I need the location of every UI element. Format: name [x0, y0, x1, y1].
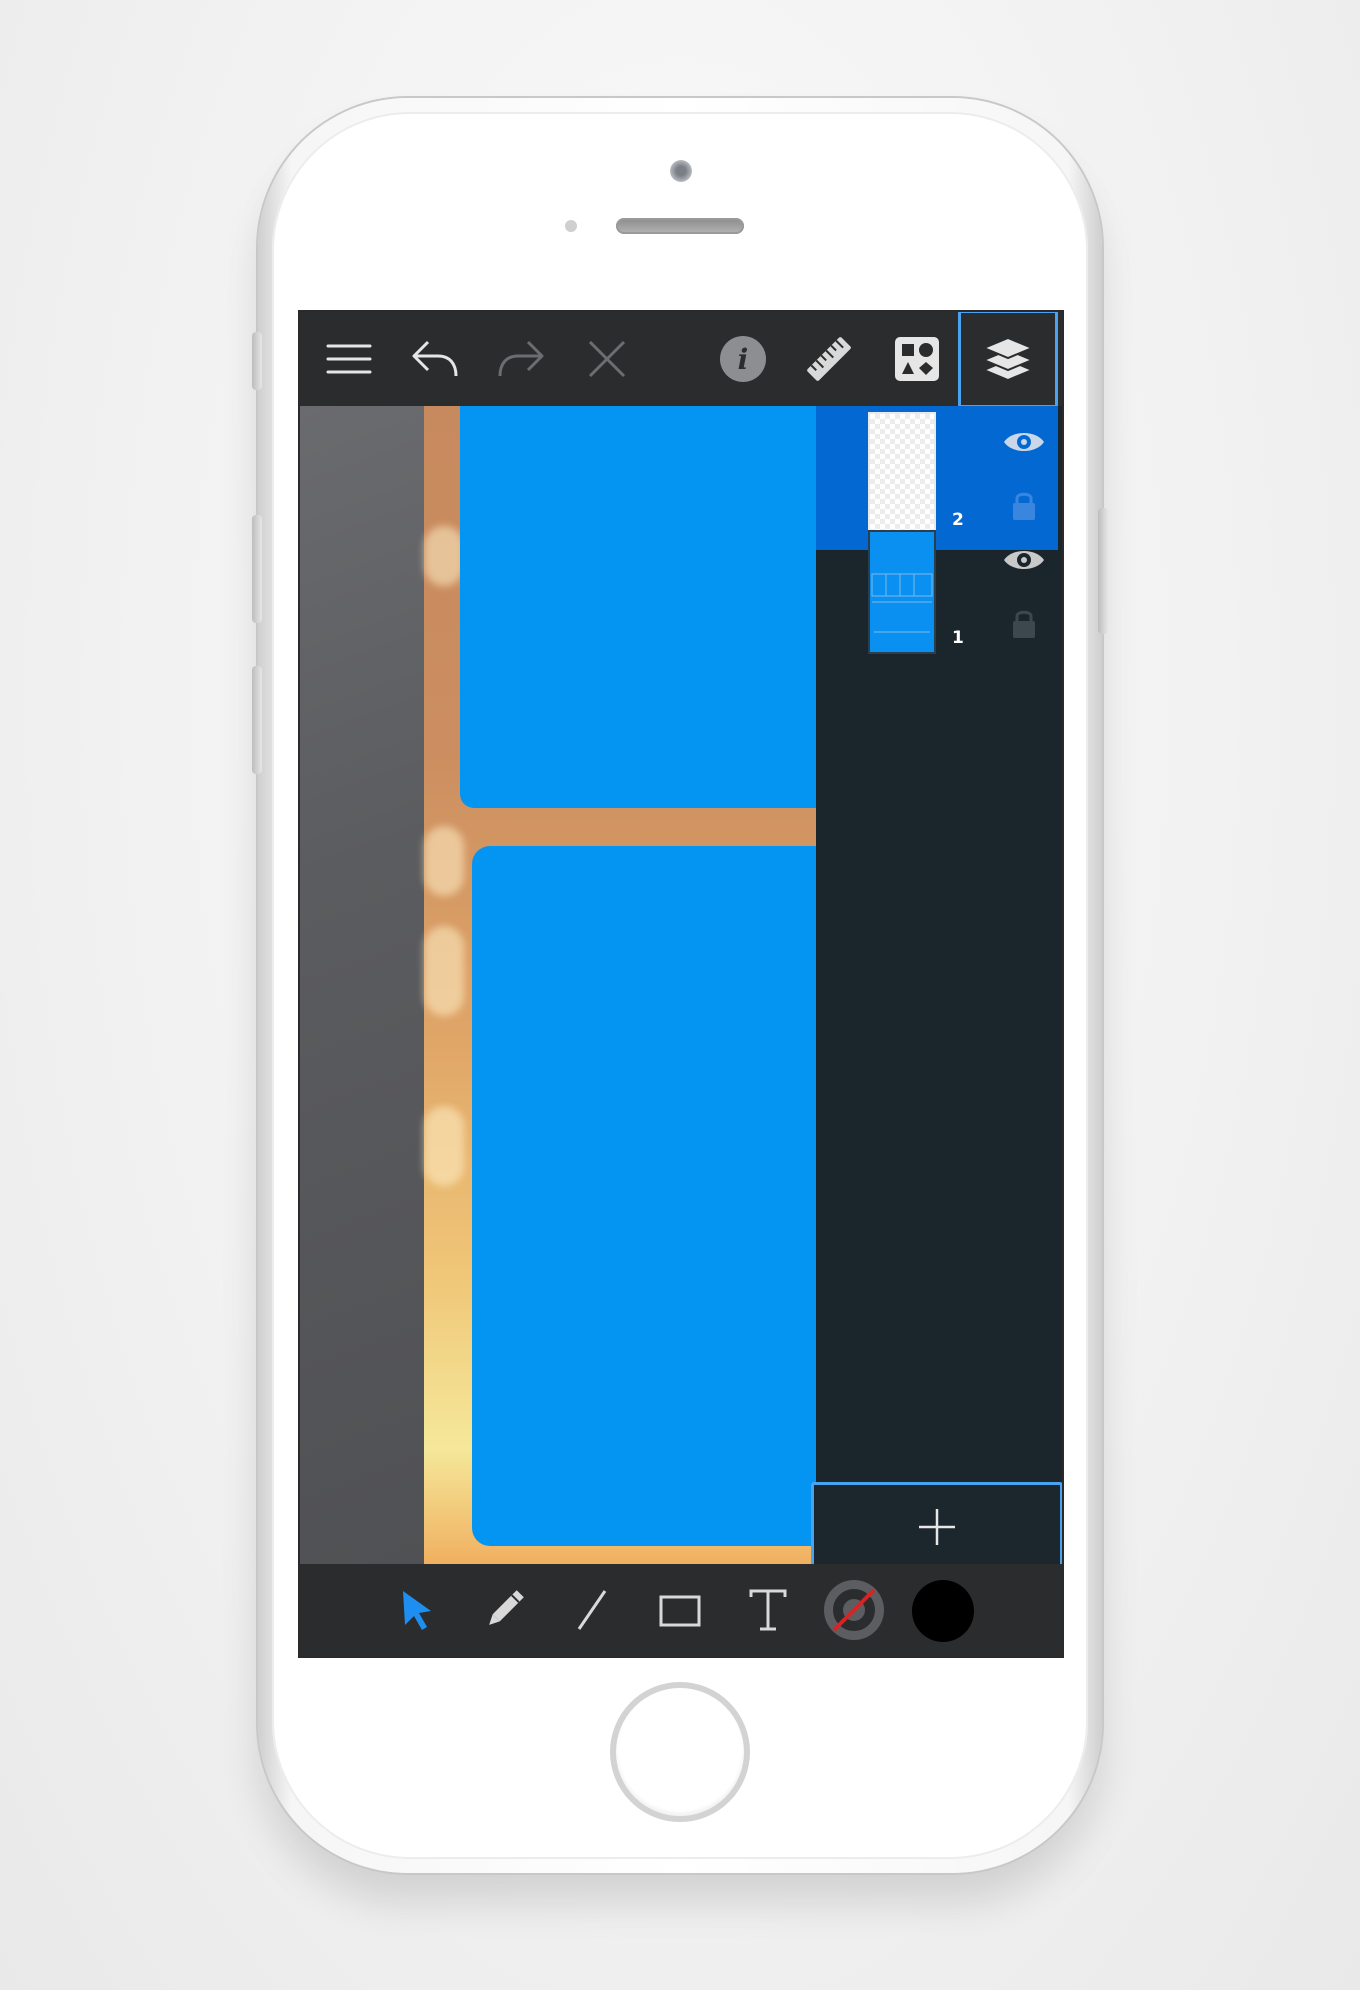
power-button	[1098, 508, 1108, 634]
redo-button[interactable]	[478, 312, 564, 406]
redo-icon	[498, 340, 544, 377]
layers-icon	[981, 336, 1035, 382]
app-screen: i 2 1	[300, 312, 1062, 1656]
pencil-icon	[489, 1590, 524, 1625]
home-button[interactable]	[610, 1682, 750, 1822]
close-icon	[588, 340, 626, 378]
layers-button[interactable]	[958, 312, 1058, 408]
pencil-tool[interactable]	[476, 1582, 532, 1638]
info-button[interactable]: i	[700, 312, 786, 406]
plus-icon	[919, 1509, 955, 1545]
select-arrow-icon	[403, 1591, 431, 1630]
layer-number: 1	[952, 628, 964, 648]
background-image	[424, 406, 816, 1564]
select-tool[interactable]	[388, 1582, 444, 1638]
add-layer-button[interactable]	[811, 1482, 1062, 1572]
info-icon: i	[720, 336, 766, 382]
eye-icon[interactable]	[1002, 426, 1046, 458]
no-color-icon	[832, 1588, 876, 1632]
stroke-color-swatch[interactable]	[824, 1580, 884, 1640]
menu-icon	[326, 344, 372, 374]
svg-text:i: i	[738, 343, 749, 376]
canvas-margin	[300, 406, 424, 1564]
ruler-button[interactable]	[786, 312, 872, 406]
mute-switch	[252, 332, 262, 390]
shapes-library-button[interactable]	[874, 312, 960, 406]
menu-button[interactable]	[306, 312, 392, 406]
volume-up-button	[252, 515, 262, 623]
cancel-button[interactable]	[564, 312, 650, 406]
drawing-canvas[interactable]	[300, 406, 816, 1564]
layer-row-1[interactable]: 1	[816, 524, 1058, 668]
text-tool[interactable]	[740, 1582, 796, 1638]
line-tool[interactable]	[564, 1582, 620, 1638]
fill-color-swatch[interactable]	[912, 1580, 974, 1642]
text-icon	[749, 1589, 787, 1631]
bottom-toolbar	[300, 1564, 1062, 1656]
eye-icon[interactable]	[1002, 544, 1046, 576]
top-toolbar: i	[300, 312, 1062, 408]
blue-panel-top[interactable]	[460, 406, 816, 808]
earpiece-speaker	[616, 218, 744, 234]
undo-icon	[412, 340, 458, 377]
lock-icon[interactable]	[1009, 488, 1039, 522]
volume-down-button	[252, 666, 262, 774]
layer-thumbnail	[868, 412, 936, 536]
rectangle-tool[interactable]	[652, 1582, 708, 1638]
blue-panel-bottom[interactable]	[472, 846, 816, 1546]
undo-button[interactable]	[392, 312, 478, 406]
lock-icon[interactable]	[1009, 606, 1039, 640]
rectangle-icon	[659, 1595, 701, 1627]
layers-panel: 2 1	[816, 406, 1062, 1564]
shapes-library-icon	[895, 337, 939, 381]
proximity-sensor	[565, 220, 577, 232]
layer-thumbnail	[868, 530, 936, 654]
ruler-icon	[807, 337, 851, 381]
line-icon	[577, 1590, 607, 1630]
front-camera	[670, 160, 692, 182]
